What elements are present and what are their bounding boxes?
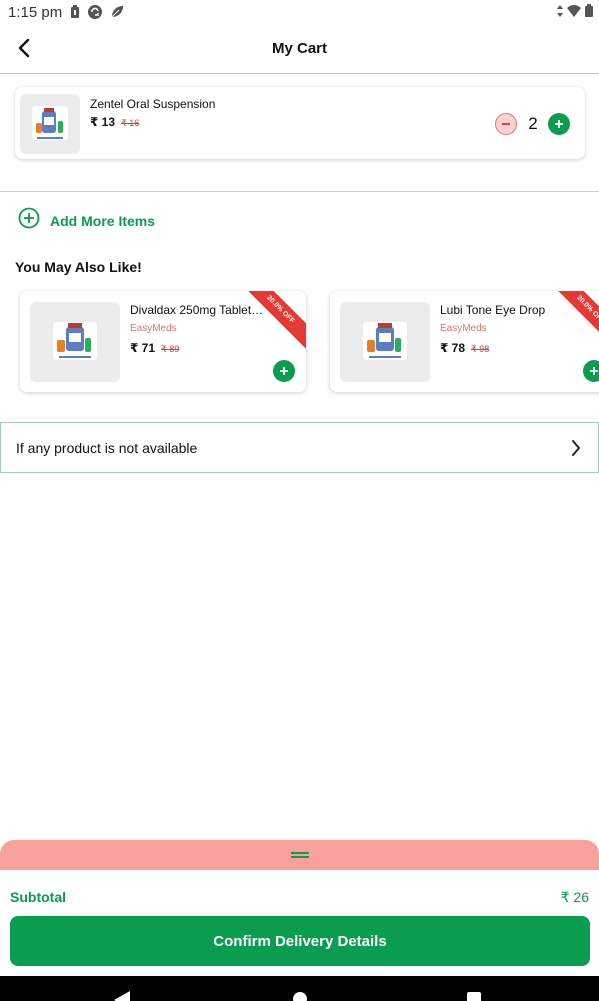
drag-handle-icon [291, 852, 309, 854]
subtotal-label: Subtotal [10, 889, 66, 905]
cart-item-price: ₹ 13 [90, 115, 116, 129]
decrease-quantity-button[interactable] [495, 113, 517, 135]
system-nav-bar [0, 976, 599, 1001]
minus-icon [501, 116, 511, 132]
wifi-icon [567, 4, 581, 22]
plus-circle-icon [18, 207, 40, 234]
battery-saver-icon [70, 5, 80, 24]
cart-item-card: Zentel Oral Suspension ₹ 13 ₹ 16 2 [15, 87, 585, 159]
product-image [20, 94, 80, 154]
status-bar: 1:15 pm [0, 0, 599, 26]
increase-quantity-button[interactable] [548, 113, 570, 135]
bottom-sheet: Subtotal ₹ 26 Confirm Delivery Details [0, 870, 599, 976]
bottom-sheet-handle[interactable] [0, 840, 599, 870]
data-arrows-icon [557, 4, 563, 22]
add-more-items-button[interactable]: Add More Items [18, 207, 155, 234]
suggestion-price: ₹ 71 [130, 341, 156, 355]
nav-recents-icon[interactable] [467, 992, 481, 1001]
battery-icon [585, 4, 593, 22]
nav-back-icon[interactable] [114, 991, 130, 1001]
page-title: My Cart [271, 40, 327, 57]
suggestion-brand: EasyMeds [440, 323, 487, 334]
confirm-delivery-button[interactable]: Confirm Delivery Details [10, 916, 590, 966]
suggestion-price-row: ₹ 78 ₹ 98 [440, 341, 489, 355]
cart-item-price-row: ₹ 13 ₹ 16 [90, 115, 139, 129]
cart-item-name: Zentel Oral Suspension [90, 97, 216, 111]
drag-handle-icon [291, 856, 309, 858]
suggestion-card[interactable]: Lubi Tone Eye Drop EasyMeds ₹ 78 ₹ 98 20… [330, 291, 599, 392]
suggestion-mrp: ₹ 89 [161, 344, 180, 354]
status-time: 1:15 pm [8, 4, 63, 21]
add-to-cart-button[interactable] [583, 360, 599, 382]
plus-icon [279, 363, 289, 380]
product-unavailable-label: If any product is not available [16, 440, 198, 456]
suggestion-price-row: ₹ 71 ₹ 89 [130, 341, 179, 355]
cart-item-mrp: ₹ 16 [121, 118, 140, 128]
chevron-right-icon [570, 438, 582, 463]
suggestion-brand: EasyMeds [130, 323, 177, 334]
status-icons-left [70, 5, 124, 24]
suggestion-card[interactable]: Divaldax 250mg Tablet… EasyMeds ₹ 71 ₹ 8… [20, 291, 306, 392]
subtotal-value: ₹ 26 [560, 889, 589, 905]
sync-icon [88, 5, 102, 24]
suggestion-name: Divaldax 250mg Tablet… [130, 303, 264, 317]
nav-home-icon[interactable] [293, 992, 307, 1001]
plus-icon [589, 363, 599, 380]
suggestion-mrp: ₹ 98 [471, 344, 490, 354]
discount-ribbon: 20.0% OFF [238, 291, 306, 352]
suggestion-name: Lubi Tone Eye Drop [440, 303, 546, 317]
add-more-items-label: Add More Items [50, 212, 156, 229]
add-to-cart-button[interactable] [273, 360, 295, 382]
suggestions-title: You May Also Like! [15, 259, 142, 275]
section-divider [0, 191, 599, 192]
discount-ribbon: 20.0% OFF [548, 291, 599, 352]
product-image [30, 302, 120, 382]
leaf-icon [110, 5, 124, 24]
quantity-value: 2 [528, 114, 538, 133]
app-bar: My Cart [0, 26, 599, 74]
product-image [340, 302, 430, 382]
status-icons-right [557, 4, 593, 22]
plus-icon [554, 116, 564, 133]
product-unavailable-option[interactable]: If any product is not available [0, 422, 599, 473]
suggestion-price: ₹ 78 [440, 341, 466, 355]
